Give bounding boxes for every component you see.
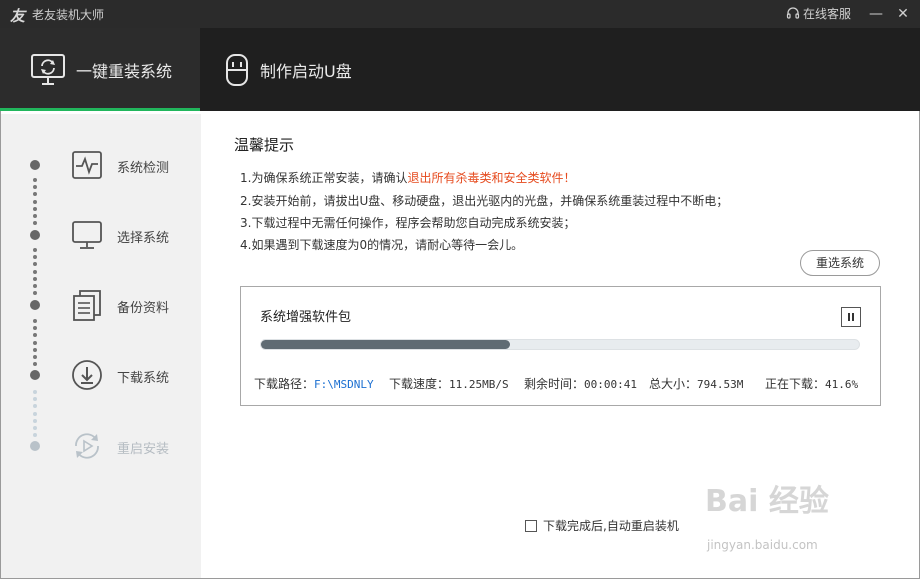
online-service-label: 在线客服 <box>803 7 852 21</box>
step-dot <box>30 300 40 310</box>
download-progress-fill <box>261 340 510 349</box>
step-select-system: 选择系统 <box>1 216 201 256</box>
step-backup-data: 备份资料 <box>1 286 201 326</box>
title-bar: 友 老友装机大师 在线客服 — ✕ <box>0 0 920 28</box>
close-button[interactable]: ✕ <box>892 3 914 25</box>
step-dot <box>30 441 40 451</box>
step-restart-install: 重启安装 <box>1 427 201 467</box>
monitor-refresh-icon <box>31 53 65 85</box>
download-panel: 系统增强软件包 下载路径：F:\MSDNLY 下载速度：11.25MB/S 剩余… <box>240 286 881 406</box>
reselect-system-button[interactable]: 重选系统 <box>800 250 880 276</box>
download-speed: 下载速度：11.25MB/S <box>389 377 509 391</box>
auto-restart-option[interactable]: 下载完成后,自动重启装机 <box>525 517 679 534</box>
restart-icon <box>75 433 99 459</box>
step-download-system: 下载系统 <box>1 356 201 396</box>
tab-make-boot-usb-label: 制作启动U盘 <box>260 61 352 81</box>
minimize-icon: — <box>869 6 883 22</box>
tips-title: 温馨提示 <box>234 136 295 154</box>
app-title: 老友装机大师 <box>32 8 105 22</box>
tab-one-click-reinstall-label: 一键重装系统 <box>76 61 173 81</box>
step-label: 系统检测 <box>117 161 170 176</box>
heartbeat-monitor-icon <box>72 151 102 179</box>
tab-one-click-reinstall[interactable]: 一键重装系统 <box>0 28 200 111</box>
close-icon: ✕ <box>897 6 909 22</box>
step-label: 选择系统 <box>117 231 170 246</box>
main-nav: 一键重装系统 制作启动U盘 <box>0 28 920 111</box>
documents-icon <box>73 290 101 321</box>
minimize-button[interactable]: — <box>865 3 887 25</box>
step-label: 下载系统 <box>117 371 170 386</box>
step-system-check: 系统检测 <box>1 146 201 186</box>
pause-button[interactable] <box>841 307 861 327</box>
tip-line-3: 3.下载过程中无需任何操作，程序会帮助您自动完成系统安装； <box>240 216 576 230</box>
download-path: 下载路径：F:\MSDNLY <box>254 377 374 391</box>
online-service-button[interactable]: 在线客服 <box>786 5 851 22</box>
tip-warning: 退出所有杀毒类和安全类软件！ <box>407 171 576 185</box>
package-name: 系统增强软件包 <box>260 310 352 325</box>
step-label: 备份资料 <box>117 301 170 316</box>
download-status: 正在下载：41.6% <box>765 377 859 391</box>
watermark-url: jingyan.baidu.com <box>707 538 818 552</box>
tip-line-2: 2.安装开始前，请拔出U盘、移动硬盘，退出光驱内的光盘，并确保系统重装过程中不断… <box>240 194 729 208</box>
step-label: 重启安装 <box>117 442 170 457</box>
step-dot <box>30 160 40 170</box>
step-dot <box>30 230 40 240</box>
headset-icon <box>786 6 800 19</box>
step-dot <box>30 370 40 380</box>
tip-line-1: 1.为确保系统正常安装，请确认退出所有杀毒类和安全类软件！ <box>240 171 576 185</box>
tip-line-4: 4.如果遇到下载速度为0的情况，请耐心等待一会儿。 <box>240 238 524 252</box>
app-logo: 友 <box>10 7 26 25</box>
tab-make-boot-usb[interactable]: 制作启动U盘 <box>224 28 352 111</box>
usb-drive-icon <box>226 53 248 86</box>
download-progress-bar <box>260 339 860 350</box>
auto-restart-label: 下载完成后,自动重启装机 <box>543 519 679 533</box>
download-path-value: F:\MSDNLY <box>314 378 374 391</box>
step-sidebar: 系统检测 选择系统 备份资料 下载系统 重启安装 <box>1 114 201 578</box>
total-size: 总大小：794.53M <box>649 377 744 391</box>
watermark-logo: Bai 经验 <box>705 484 829 519</box>
download-icon <box>72 360 102 390</box>
desktop-icon <box>72 221 102 249</box>
remaining-time: 剩余时间：00:00:41 <box>524 377 637 391</box>
auto-restart-checkbox[interactable] <box>525 519 537 532</box>
